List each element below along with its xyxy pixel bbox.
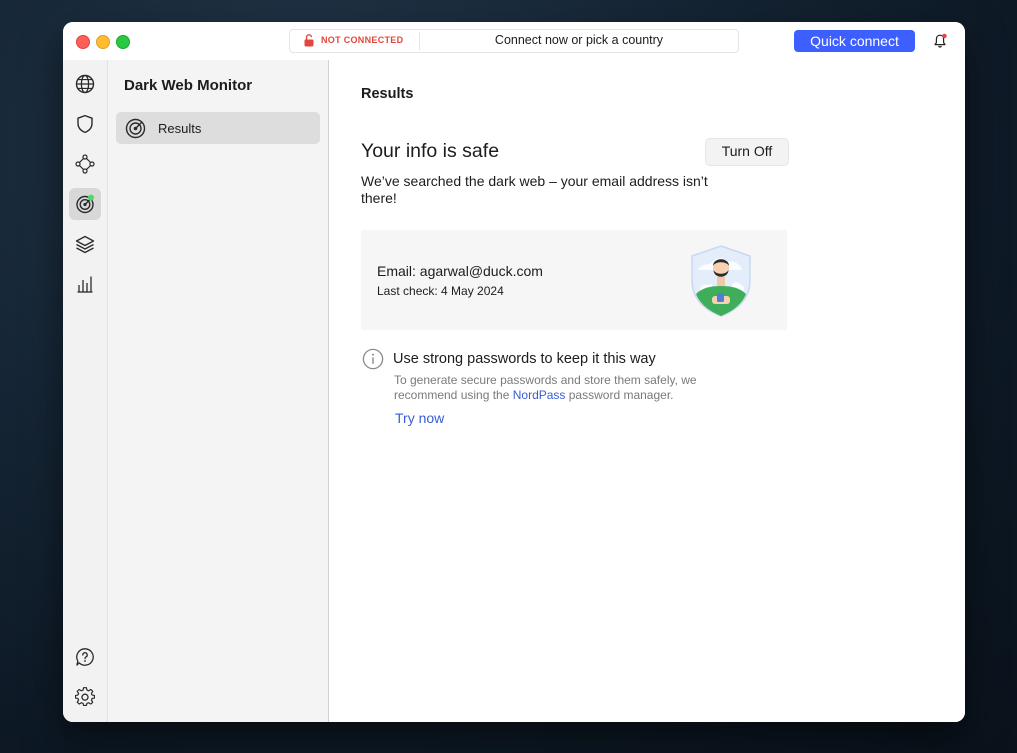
- rail-meshnet-button[interactable]: [69, 148, 101, 180]
- settings-icon: [75, 687, 95, 706]
- sidebar-title: Dark Web Monitor: [124, 77, 253, 94]
- notification-bell-icon[interactable]: [933, 33, 947, 49]
- info-icon: [362, 348, 384, 370]
- rail-countries-button[interactable]: [69, 68, 101, 100]
- connection-status-bar[interactable]: NOT CONNECTED Connect now or pick a coun…: [289, 29, 739, 53]
- close-window-button[interactable]: [76, 35, 90, 49]
- try-now-link[interactable]: Try now: [395, 410, 444, 426]
- rail-statistics-button[interactable]: [69, 268, 101, 300]
- nordpass-link[interactable]: NordPass: [513, 388, 566, 402]
- layers-icon: [75, 235, 95, 254]
- connect-prompt[interactable]: Connect now or pick a country: [420, 33, 738, 47]
- tip-heading: Use strong passwords to keep it this way: [393, 351, 656, 367]
- page-title: Results: [361, 86, 414, 102]
- safe-user-illustration: [691, 245, 751, 317]
- globe-icon: [75, 74, 95, 94]
- monitored-email-card: Email: agarwal@duck.com Last check: 4 Ma…: [361, 230, 787, 330]
- rail-split-tunneling-button[interactable]: [69, 228, 101, 260]
- connection-status-label: NOT CONNECTED: [321, 35, 404, 45]
- rail-settings-button[interactable]: [69, 681, 101, 713]
- last-check-date: Last check: 4 May 2024: [377, 284, 504, 298]
- status-description: We’ve searched the dark web – your email…: [361, 173, 708, 206]
- meshnet-icon: [75, 154, 95, 174]
- sidebar-item-results[interactable]: Results: [116, 112, 320, 144]
- monitored-email: Email: agarwal@duck.com: [377, 263, 543, 279]
- rail-threat-protection-button[interactable]: [69, 108, 101, 140]
- tip-description: To generate secure passwords and store t…: [394, 373, 734, 403]
- shield-icon: [77, 114, 93, 134]
- stats-icon: [77, 276, 93, 293]
- main-content: Results Your info is safe Turn Off We’ve…: [329, 60, 965, 722]
- navigation-rail: [63, 60, 108, 722]
- unlocked-lock-icon: [304, 34, 314, 47]
- rail-help-button[interactable]: [69, 641, 101, 673]
- help-icon: [76, 648, 94, 666]
- title-bar: NOT CONNECTED Connect now or pick a coun…: [63, 22, 965, 61]
- app-window: NOT CONNECTED Connect now or pick a coun…: [63, 22, 965, 722]
- sidebar-item-label: Results: [158, 121, 202, 136]
- turn-off-button[interactable]: Turn Off: [705, 138, 789, 166]
- status-heading: Your info is safe: [361, 140, 500, 162]
- sidebar: Dark Web Monitor Results: [108, 60, 329, 722]
- rail-dark-web-monitor-button[interactable]: [69, 188, 101, 220]
- radar-icon: [125, 118, 146, 139]
- dark-web-monitor-icon: [76, 194, 94, 214]
- maximize-window-button[interactable]: [116, 35, 130, 49]
- minimize-window-button[interactable]: [96, 35, 110, 49]
- quick-connect-button[interactable]: Quick connect: [794, 30, 915, 52]
- tip-description-tail: password manager.: [565, 388, 674, 402]
